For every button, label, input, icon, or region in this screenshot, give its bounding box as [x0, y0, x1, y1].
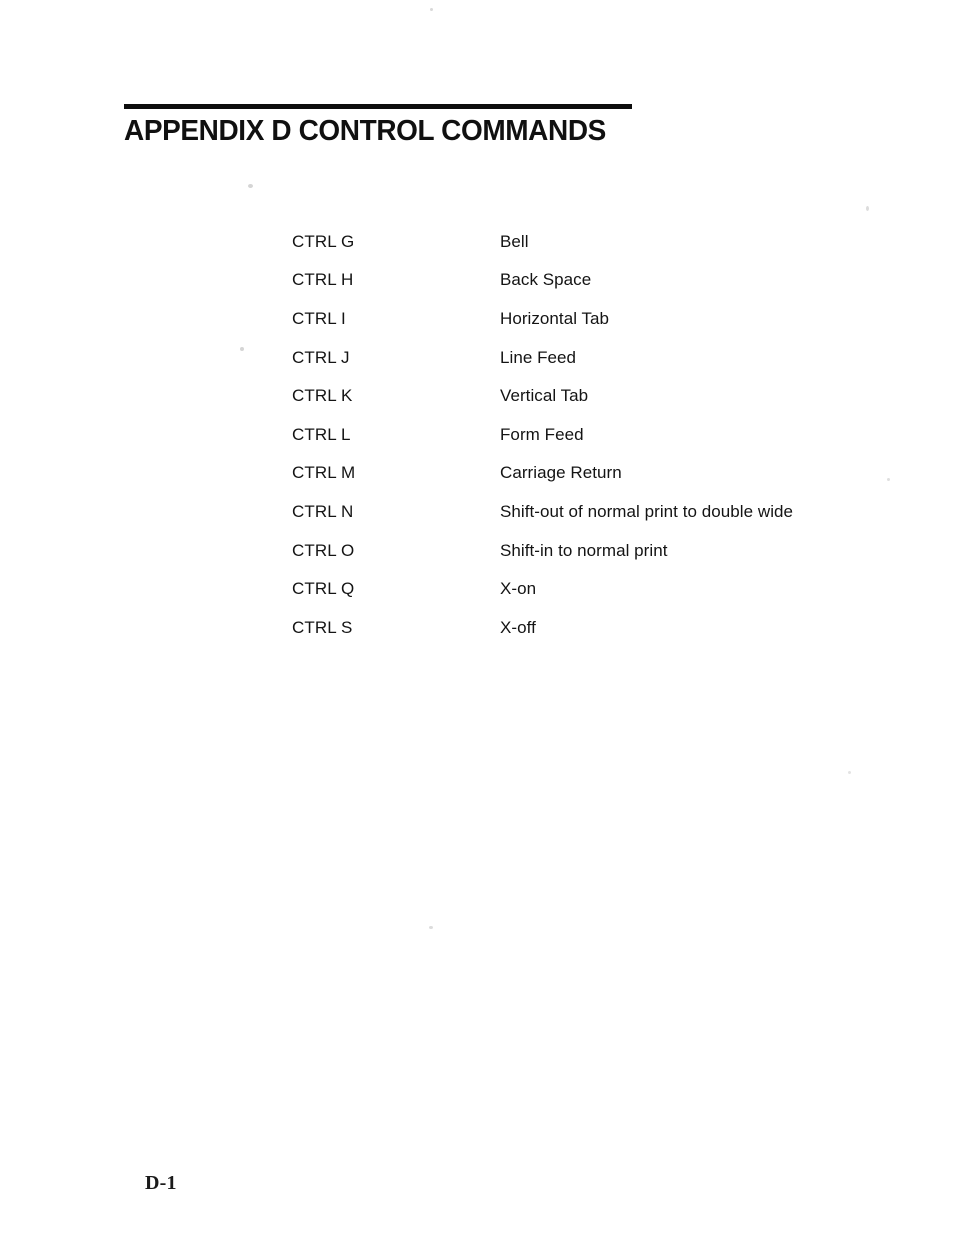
page-number-footer: D-1	[145, 1172, 177, 1194]
table-row: CTRL N Shift-out of normal print to doubl…	[292, 492, 892, 531]
command-description-cell: X-on	[500, 579, 537, 599]
command-key-cell: CTRL J	[292, 347, 350, 367]
scan-artifact-speck	[848, 771, 851, 774]
command-key-cell: CTRL G	[292, 231, 355, 251]
scan-artifact-speck	[429, 926, 433, 929]
control-commands-body: CTRL G Bell CTRL H Back Space CTRL I Horizont…	[292, 222, 892, 647]
command-key-cell: CTRL O	[292, 540, 355, 560]
command-description-cell: Bell	[500, 231, 529, 251]
command-description-cell: Line Feed	[500, 347, 577, 367]
scan-artifact-speck	[240, 347, 244, 351]
command-description-cell: Carriage Return	[500, 463, 622, 483]
command-description-cell: Form Feed	[500, 424, 584, 444]
table-row: CTRL M Carriage Return	[292, 454, 892, 493]
command-key-cell: CTRL N	[292, 501, 354, 521]
command-key-cell: CTRL L	[292, 424, 351, 444]
control-commands-table: CTRL G Bell CTRL H Back Space CTRL I Horizont…	[292, 222, 892, 647]
command-key-cell: CTRL K	[292, 386, 353, 406]
table-row: CTRL G Bell	[292, 222, 892, 261]
table-row: CTRL K Vertical Tab	[292, 376, 892, 415]
command-description-cell: Back Space	[500, 270, 592, 290]
title-block: APPENDIX D CONTROL COMMANDS	[124, 104, 632, 147]
command-key-cell: CTRL I	[292, 308, 346, 328]
command-key-cell: CTRL Q	[292, 579, 355, 599]
command-key-cell: CTRL S	[292, 617, 353, 637]
page-title: APPENDIX D CONTROL COMMANDS	[124, 115, 606, 147]
command-description-cell: Shift-in to normal print	[500, 540, 668, 560]
scan-artifact-speck	[866, 206, 869, 211]
table-row: CTRL H Back Space	[292, 261, 892, 300]
command-description-cell: X-off	[500, 617, 536, 637]
table-row: CTRL O Shift-in to normal print	[292, 531, 892, 570]
table-row: CTRL J Line Feed	[292, 338, 892, 377]
command-description-cell: Shift-out of normal print to double wide	[500, 501, 794, 521]
table-row: CTRL I Horizontal Tab	[292, 299, 892, 338]
title-horizontal-rule	[124, 104, 632, 109]
table-row: CTRL L Form Feed	[292, 415, 892, 454]
table-row: CTRL Q X-on	[292, 569, 892, 608]
scan-artifact-speck	[248, 184, 253, 188]
command-key-cell: CTRL M	[292, 463, 356, 483]
scan-artifact-speck	[430, 8, 433, 11]
command-description-cell: Vertical Tab	[500, 386, 589, 406]
command-description-cell: Horizontal Tab	[500, 308, 610, 328]
command-key-cell: CTRL H	[292, 270, 354, 290]
table-row: CTRL S X-off	[292, 608, 892, 647]
document-page: APPENDIX D CONTROL COMMANDS CTRL G Bell CT…	[0, 0, 954, 1238]
